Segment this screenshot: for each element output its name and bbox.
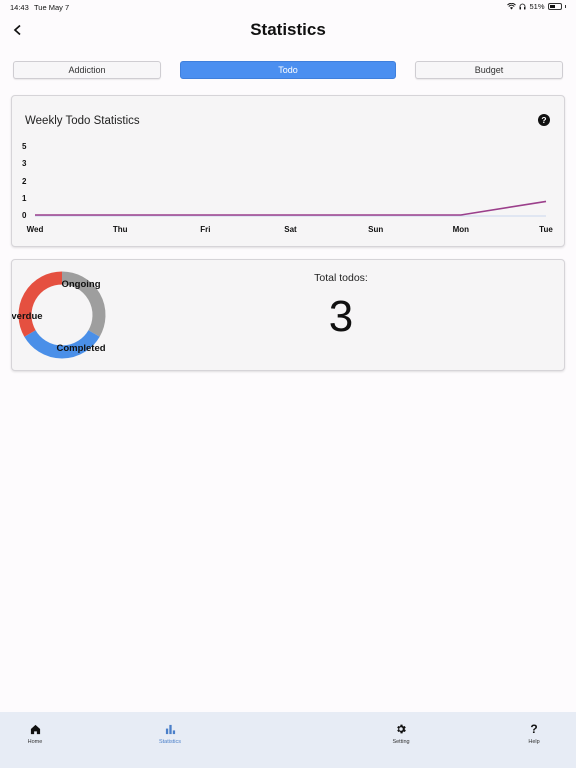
x-tick-label: Thu — [113, 225, 128, 234]
donut-label-completed: Completed — [56, 343, 105, 354]
battery-tip — [564, 5, 566, 8]
status-indicators: 51% — [507, 2, 566, 11]
status-bar: 14:43 Tue May 7 51% — [0, 0, 576, 14]
app-bar: Statistics — [0, 14, 576, 46]
nav-setting[interactable]: Setting — [371, 722, 431, 745]
question-icon: ? — [530, 722, 538, 736]
y-tick-label: 3 — [22, 159, 27, 168]
donut-label-overdue: Overdue — [12, 311, 43, 322]
x-tick-label: Fri — [200, 225, 210, 234]
total-todos-label: Total todos: — [314, 272, 368, 284]
x-tick-label: Wed — [27, 225, 44, 234]
nav-home-label: Home — [27, 739, 43, 745]
x-tick-label: Sun — [368, 225, 383, 234]
todo-summary-card: Ongoing Completed Overdue Total todos: 3 — [11, 259, 565, 371]
total-todos-value: 3 — [328, 292, 354, 341]
nav-help-label: Help — [528, 739, 540, 745]
headphones-icon — [519, 3, 526, 10]
nav-setting-label: Setting — [392, 739, 410, 745]
donut-slice-overdue — [18, 271, 63, 337]
status-date: Tue May 7 — [34, 3, 70, 12]
x-tick-label: Mon — [453, 225, 470, 234]
tab-addiction[interactable]: Addiction — [13, 61, 161, 79]
y-tick-label: 0 — [22, 211, 27, 220]
y-tick-label: 1 — [22, 194, 27, 203]
nav-statistics-label: Statistics — [158, 739, 181, 745]
x-tick-label: Tue — [539, 225, 553, 234]
page-title: Statistics — [250, 20, 326, 39]
home-icon — [28, 722, 42, 736]
todo-donut-chart: Ongoing Completed Overdue — [12, 271, 106, 359]
y-tick-label: 2 — [22, 177, 27, 186]
weekly-stats-card: Weekly Todo Statistics ? 5 3 2 1 0 Wed Thu Fri S… — [11, 95, 565, 247]
nav-home[interactable]: Home — [5, 722, 65, 745]
donut-label-ongoing: Ongoing — [61, 279, 100, 290]
gear-icon — [394, 722, 408, 736]
series-line — [35, 200, 547, 216]
bottom-nav: Home Statistics Setting ? Help — [0, 712, 576, 768]
tab-todo[interactable]: Todo — [180, 61, 396, 79]
tab-budget[interactable]: Budget — [415, 61, 563, 79]
x-tick-label: Sat — [284, 225, 297, 234]
battery-icon — [547, 3, 562, 10]
battery-percent: 51% — [529, 2, 545, 11]
weekly-line-chart: 5 3 2 1 0Wed Thu Fri Sat Sun Mon Tue — [22, 142, 553, 234]
status-time: 14:43 — [10, 3, 29, 12]
bar-chart-icon — [163, 722, 177, 736]
wifi-icon — [507, 3, 517, 10]
nav-statistics[interactable]: Statistics — [140, 722, 200, 745]
y-tick-label: 5 — [22, 142, 27, 151]
nav-help[interactable]: ? Help — [504, 722, 564, 745]
